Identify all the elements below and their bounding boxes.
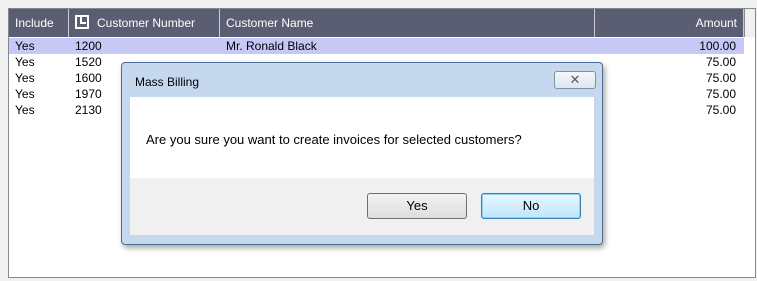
include-cell[interactable]: Yes — [9, 54, 69, 70]
column-header-customer-number[interactable]: Customer Number — [69, 9, 220, 37]
amount-cell[interactable]: 75.00 — [595, 102, 744, 118]
grid-header: Include Customer Number Customer Name Am… — [9, 9, 744, 37]
column-header-customer-name[interactable]: Customer Name — [220, 9, 595, 37]
dialog-message: Are you sure you want to create invoices… — [146, 132, 522, 147]
edit-box-icon — [75, 15, 89, 29]
amount-cell[interactable]: 75.00 — [595, 70, 744, 86]
header-corner — [744, 9, 755, 37]
table-row[interactable]: Yes 1200 Mr. Ronald Black 100.00 — [9, 38, 744, 54]
dialog-footer: Yes No — [130, 178, 594, 235]
customer-name-cell[interactable]: Mr. Ronald Black — [220, 38, 595, 54]
include-cell[interactable]: Yes — [9, 86, 69, 102]
amount-cell[interactable]: 75.00 — [595, 54, 744, 70]
include-cell[interactable]: Yes — [9, 70, 69, 86]
include-cell[interactable]: Yes — [9, 38, 69, 54]
amount-cell[interactable]: 100.00 — [595, 38, 744, 54]
dialog-title: Mass Billing — [135, 75, 200, 89]
mass-billing-dialog: Mass Billing ✕ Are you sure you want to … — [121, 62, 603, 245]
include-cell[interactable]: Yes — [9, 102, 69, 118]
yes-button[interactable]: Yes — [367, 193, 467, 219]
no-button[interactable]: No — [481, 193, 581, 219]
close-icon: ✕ — [569, 72, 581, 87]
amount-cell[interactable]: 75.00 — [595, 86, 744, 102]
close-button[interactable]: ✕ — [554, 71, 596, 89]
column-header-amount[interactable]: Amount — [595, 9, 744, 37]
dialog-content: Are you sure you want to create invoices… — [130, 97, 594, 178]
customer-number-cell[interactable]: 1200 — [69, 38, 220, 54]
column-header-include[interactable]: Include — [9, 9, 69, 37]
